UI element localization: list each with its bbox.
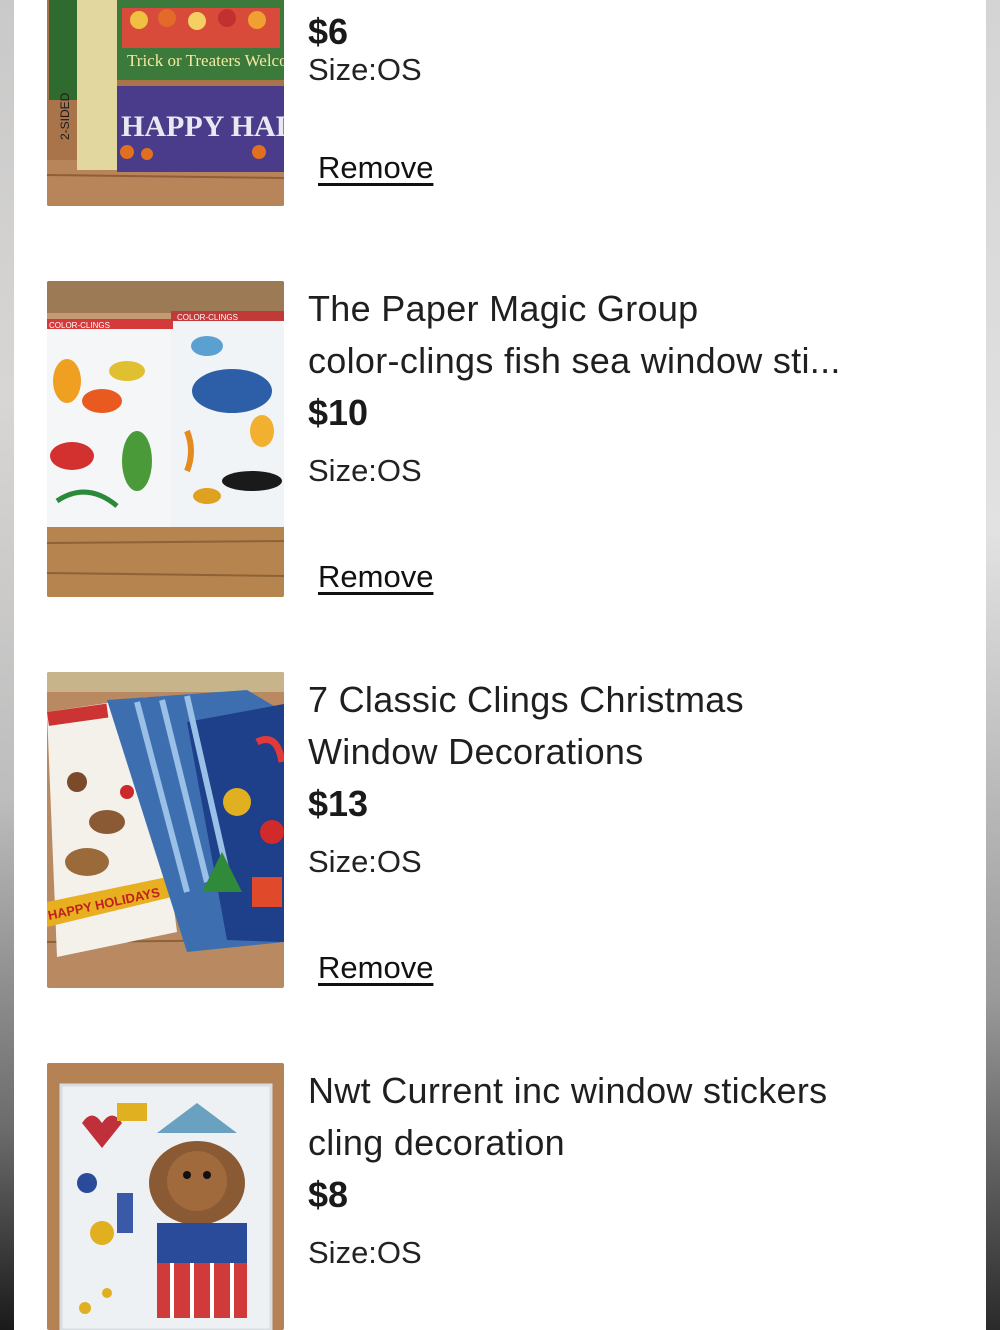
thumb-text: Trick or Treaters Welcome xyxy=(127,51,284,70)
item-info: 7 Classic Clings Christmas Window Decora… xyxy=(308,674,948,985)
cart-list: Trick or Treaters Welcome HAPPY HALLOW 2… xyxy=(14,0,986,1330)
item-price: $13 xyxy=(308,783,369,824)
cart-item: Trick or Treaters Welcome HAPPY HALLOW 2… xyxy=(14,0,986,210)
size-label: Size: xyxy=(308,1235,377,1270)
screen-edge-right xyxy=(986,0,1000,1330)
remove-button[interactable]: Remove xyxy=(318,148,433,188)
screen-edge-left xyxy=(0,0,14,1330)
item-size: Size:OS xyxy=(308,842,948,882)
cart-item: HAPPY HOLIDAYS 7 Classic Clings Christma… xyxy=(14,672,986,992)
size-label: Size: xyxy=(308,52,377,87)
item-title-line: cling decoration xyxy=(308,1122,565,1163)
item-thumbnail[interactable] xyxy=(47,1063,284,1330)
svg-text:COLOR-CLINGS: COLOR-CLINGS xyxy=(177,313,238,322)
item-title[interactable]: Nwt Current inc window stickers cling de… xyxy=(308,1065,948,1169)
item-size: Size:OS xyxy=(308,1233,948,1273)
item-thumbnail[interactable]: Trick or Treaters Welcome HAPPY HALLOW 2… xyxy=(47,0,284,206)
item-thumbnail[interactable]: HAPPY HOLIDAYS xyxy=(47,672,284,988)
item-title-line: 7 Classic Clings Christmas xyxy=(308,679,744,720)
svg-text:HAPPY HALLOW: HAPPY HALLOW xyxy=(121,110,284,143)
item-title-line: Nwt Current inc window stickers xyxy=(308,1070,828,1111)
thumb-text: COLOR-CLINGS xyxy=(49,321,110,330)
size-value: OS xyxy=(376,453,422,488)
item-info: The Paper Magic Group color-clings fish … xyxy=(308,283,948,594)
remove-button[interactable]: Remove xyxy=(318,948,433,988)
svg-text:2-SIDED: 2-SIDED xyxy=(58,92,72,140)
size-label: Size: xyxy=(308,844,377,879)
size-value: OS xyxy=(376,52,422,87)
item-price: $6 xyxy=(308,11,349,52)
remove-button[interactable]: Remove xyxy=(318,557,433,597)
item-title[interactable]: The Paper Magic Group color-clings fish … xyxy=(308,283,948,387)
item-price: $8 xyxy=(308,1174,349,1215)
item-size: Size:OS xyxy=(308,50,422,90)
item-thumbnail[interactable]: COLOR-CLINGS COLOR-CLINGS xyxy=(47,281,284,597)
cart-item: Nwt Current inc window stickers cling de… xyxy=(14,1063,986,1330)
size-value: OS xyxy=(376,1235,422,1270)
item-title-line: The Paper Magic Group xyxy=(308,288,699,329)
item-title-line: Window Decorations xyxy=(308,731,644,772)
item-info: Nwt Current inc window stickers cling de… xyxy=(308,1065,948,1273)
cart-item: COLOR-CLINGS COLOR-CLINGS The Paper Magi… xyxy=(14,281,986,601)
item-size: Size:OS xyxy=(308,451,948,491)
item-price: $10 xyxy=(308,392,369,433)
size-value: OS xyxy=(376,844,422,879)
item-title-line: color-clings fish sea window sti... xyxy=(308,340,841,381)
item-title[interactable]: 7 Classic Clings Christmas Window Decora… xyxy=(308,674,948,778)
size-label: Size: xyxy=(308,453,377,488)
